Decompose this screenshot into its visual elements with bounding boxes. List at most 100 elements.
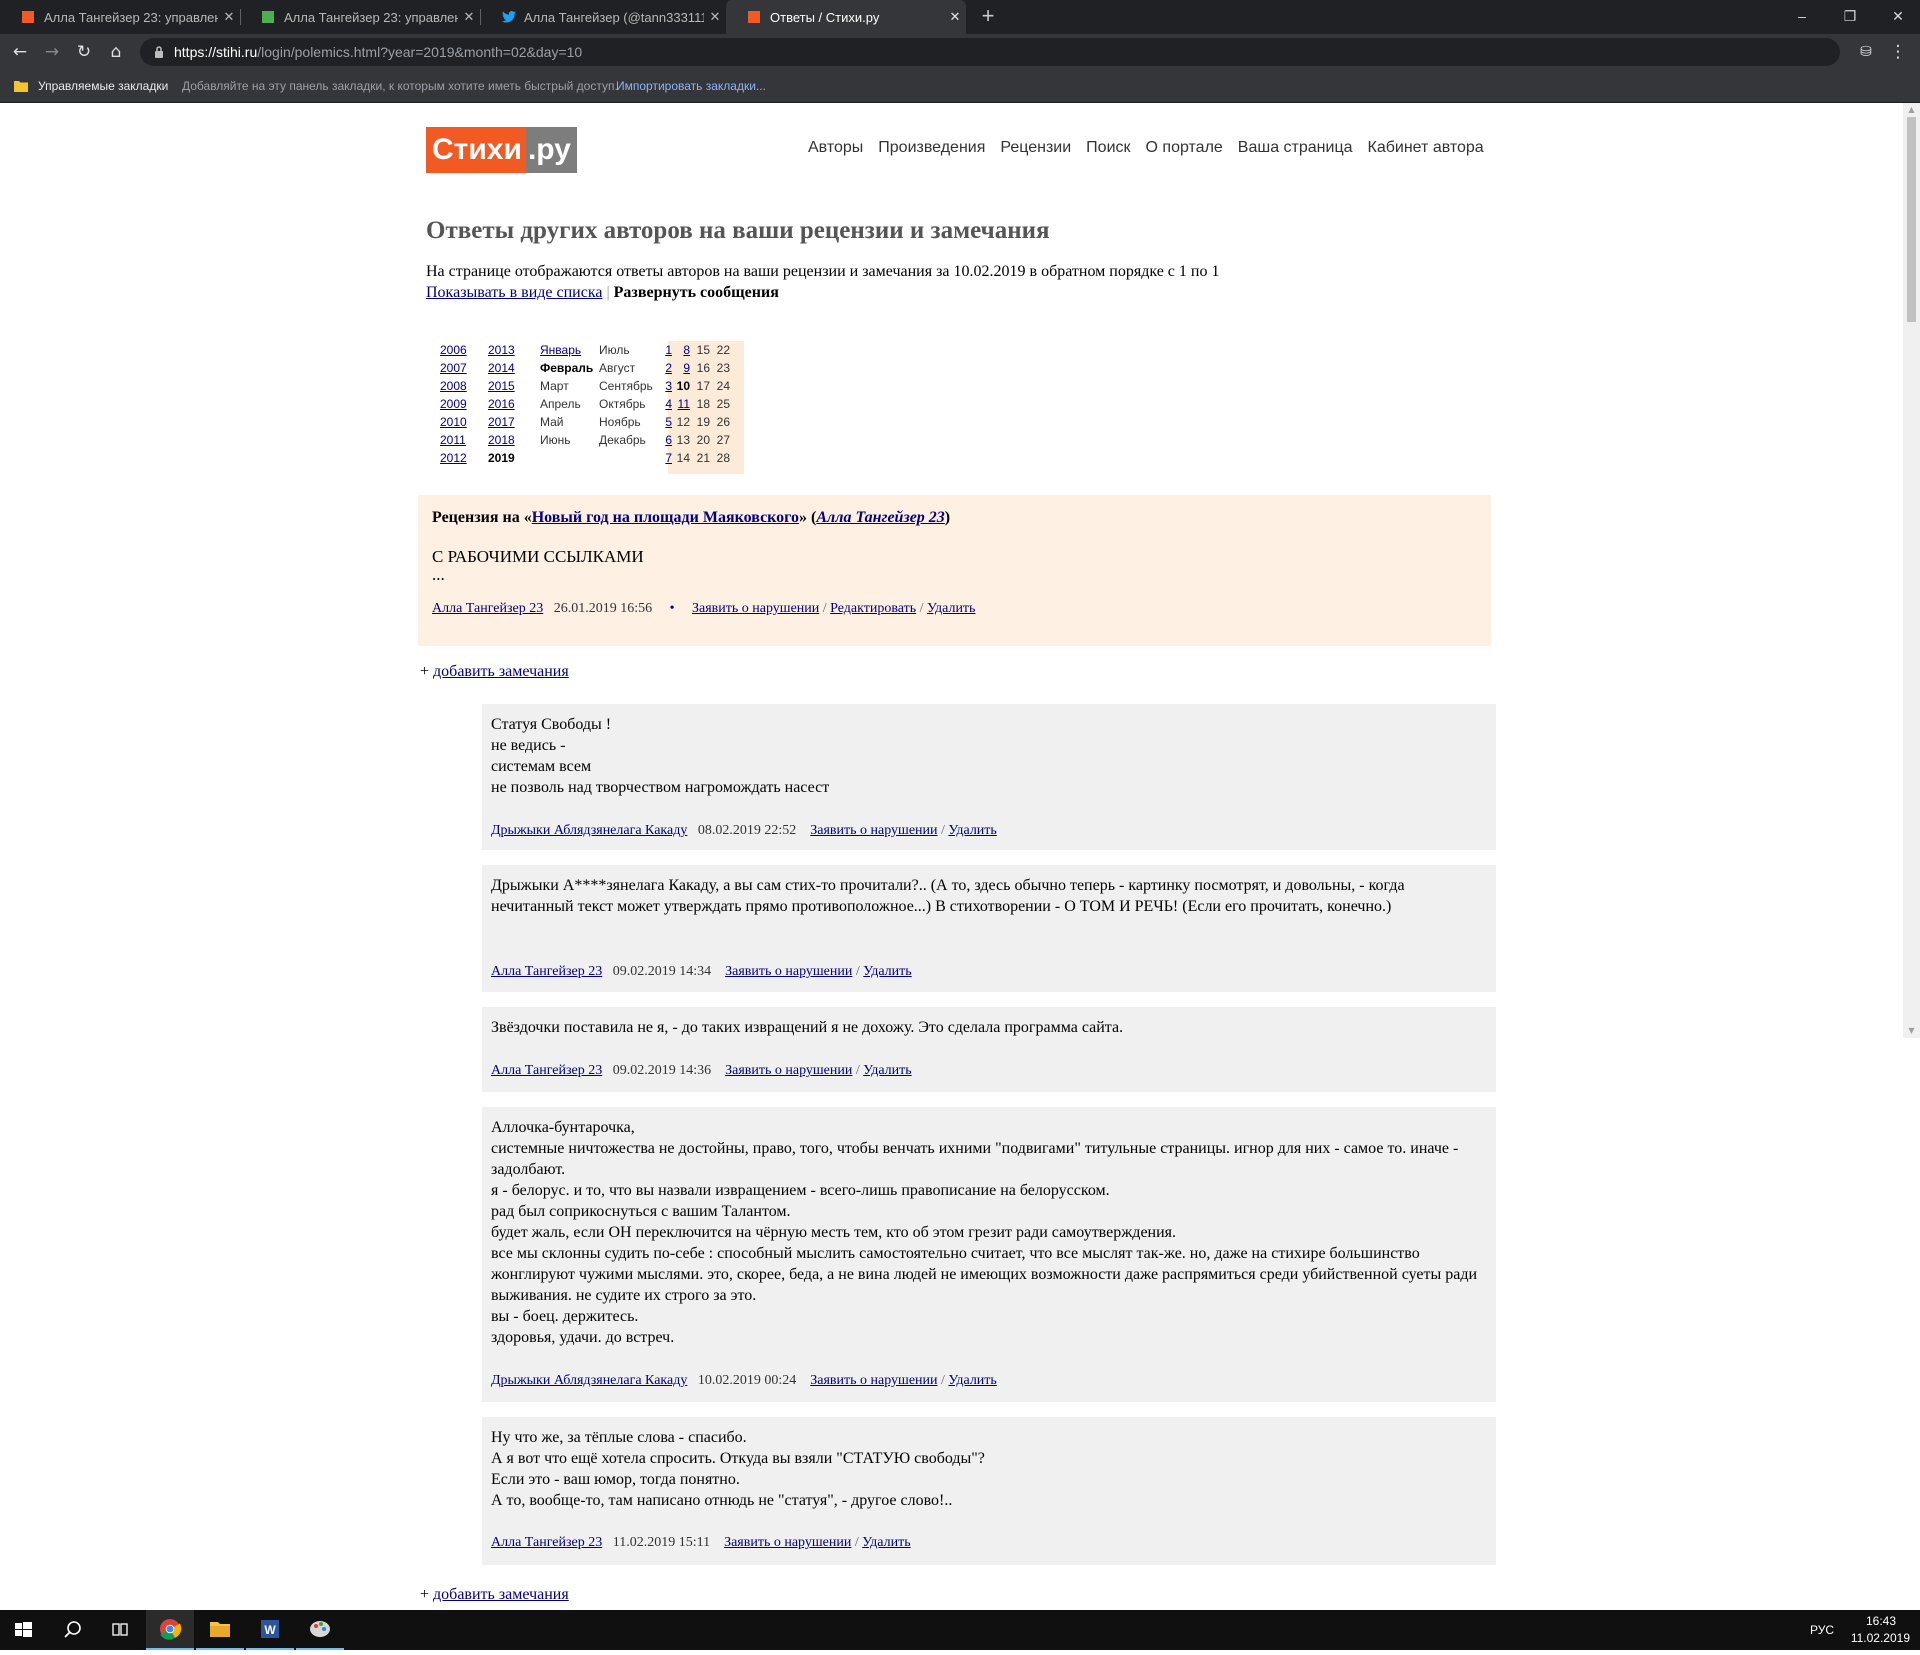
reply-author-link[interactable]: Алла Тангейзер 23: [491, 1063, 602, 1078]
day-link[interactable]: 11: [672, 395, 690, 413]
add-comment-link[interactable]: добавить замечания: [433, 663, 569, 680]
year-link[interactable]: 2007: [440, 359, 467, 377]
slash-separator: /: [822, 601, 827, 616]
address-bar[interactable]: https://stihi.ru/login/polemics.html?yea…: [140, 38, 1840, 66]
year-link[interactable]: 2013: [488, 341, 515, 359]
day-link[interactable]: 4: [654, 395, 672, 413]
edit-link[interactable]: Редактировать: [830, 601, 916, 616]
tab-4-active[interactable]: Ответы / Стихи.ру ✕: [726, 0, 966, 34]
year-link[interactable]: 2009: [440, 395, 467, 413]
close-tab-icon[interactable]: ✕: [218, 9, 240, 25]
site-logo[interactable]: Стихи .ру: [426, 127, 577, 173]
report-link[interactable]: Заявить о нарушении: [810, 1373, 937, 1388]
minimize-icon[interactable]: –: [1792, 6, 1812, 26]
reply-author-link[interactable]: Алла Тангейзер 23: [491, 964, 602, 979]
tab-1[interactable]: Алла Тангейзер 23: управление ✕: [0, 0, 240, 34]
day-label: 19: [696, 415, 710, 429]
delete-link[interactable]: Удалить: [927, 601, 975, 616]
day-label: 21: [696, 451, 710, 465]
year-link[interactable]: 2008: [440, 377, 467, 395]
reply-date: 11.02.2019 15:11: [612, 1535, 711, 1550]
list-view-link[interactable]: Показывать в виде списка: [426, 284, 602, 301]
add-comment-top: + добавить замечания: [420, 663, 569, 681]
close-tab-icon[interactable]: ✕: [704, 9, 726, 25]
delete-link[interactable]: Удалить: [862, 1535, 910, 1550]
nav-authors[interactable]: Авторы: [808, 139, 863, 157]
close-tab-icon[interactable]: ✕: [458, 9, 480, 25]
delete-link[interactable]: Удалить: [863, 1063, 911, 1078]
report-link[interactable]: Заявить о нарушении: [810, 823, 937, 838]
review-footer-author-link[interactable]: Алла Тангейзер 23: [432, 601, 543, 616]
day-link[interactable]: 2: [654, 359, 672, 377]
nav-about[interactable]: О портале: [1146, 139, 1223, 157]
day-link[interactable]: 6: [654, 431, 672, 449]
forward-arrow-icon[interactable]: →: [42, 42, 62, 62]
delete-link[interactable]: Удалить: [948, 823, 996, 838]
year-link[interactable]: 2011: [440, 431, 467, 449]
year-link[interactable]: 2010: [440, 413, 467, 431]
file-explorer-icon[interactable]: [196, 1610, 244, 1650]
day-link[interactable]: 1: [654, 341, 672, 359]
year-link[interactable]: 2015: [488, 377, 515, 395]
restore-icon[interactable]: ❐: [1840, 6, 1860, 26]
year-link[interactable]: 2012: [440, 449, 467, 467]
report-link[interactable]: Заявить о нарушении: [725, 1063, 852, 1078]
clock-time[interactable]: 16:43: [1866, 1614, 1896, 1628]
add-comment-link[interactable]: добавить замечания: [433, 1586, 569, 1603]
close-window-icon[interactable]: ✕: [1888, 6, 1908, 26]
day-link[interactable]: 8: [672, 341, 690, 359]
import-bookmarks-link[interactable]: Импортировать закладки...: [616, 70, 766, 102]
year-link[interactable]: 2016: [488, 395, 515, 413]
review-work-link[interactable]: Новый год на площади Маяковского: [532, 509, 799, 526]
day-link[interactable]: 3: [654, 377, 672, 395]
reply-author-link[interactable]: Дрыжыки Аблядзянелага Какаду: [491, 1373, 687, 1388]
back-arrow-icon[interactable]: ←: [10, 42, 30, 62]
vertical-scrollbar[interactable]: ▲ ▼: [1903, 103, 1920, 1038]
reply-author-link[interactable]: Алла Тангейзер 23: [491, 1535, 602, 1550]
tab-3[interactable]: Алла Тангейзер (@tann333111a ✕: [480, 0, 726, 34]
search-icon[interactable]: [48, 1610, 96, 1650]
nav-search[interactable]: Поиск: [1086, 139, 1130, 157]
year-link[interactable]: 2006: [440, 341, 467, 359]
day-link[interactable]: 9: [672, 359, 690, 377]
day-link[interactable]: 7: [654, 449, 672, 467]
nav-reviews[interactable]: Рецензии: [1000, 139, 1071, 157]
delete-link[interactable]: Удалить: [948, 1373, 996, 1388]
year-link[interactable]: 2017: [488, 413, 515, 431]
review-text: С РАБОЧИМИ ССЫЛКАМИ: [432, 547, 644, 566]
tab-2[interactable]: Алла Тангейзер 23: управление ✕: [240, 0, 480, 34]
menu-kebab-icon[interactable]: ⋮: [1888, 42, 1908, 62]
nav-author-cabinet[interactable]: Кабинет автора: [1368, 139, 1484, 157]
close-tab-icon[interactable]: ✕: [944, 9, 966, 25]
new-tab-button[interactable]: +: [976, 4, 1000, 28]
word-icon[interactable]: W: [246, 1610, 294, 1650]
year-link[interactable]: 2018: [488, 431, 515, 449]
scroll-up-icon[interactable]: ▲: [1903, 103, 1920, 117]
report-link[interactable]: Заявить о нарушении: [692, 601, 819, 616]
chrome-taskbar-icon[interactable]: [146, 1610, 194, 1650]
reply-body: Звёздочки поставила не я, - до таких изв…: [491, 1017, 1486, 1038]
report-link[interactable]: Заявить о нарушении: [725, 964, 852, 979]
review-author-link[interactable]: Алла Тангейзер 23: [816, 509, 944, 526]
reply-line: Звёздочки поставила не я, - до таких изв…: [491, 1019, 1124, 1036]
scroll-thumb[interactable]: [1907, 117, 1916, 322]
reply-line: системные ничтожества не достойны, право…: [491, 1140, 1459, 1178]
scroll-down-icon[interactable]: ▼: [1903, 1024, 1920, 1038]
month-link[interactable]: Январь: [540, 341, 593, 359]
home-icon[interactable]: ⌂: [106, 42, 126, 62]
task-view-icon[interactable]: [96, 1610, 144, 1650]
reload-icon[interactable]: ↻: [74, 42, 94, 62]
report-link[interactable]: Заявить о нарушении: [724, 1535, 851, 1550]
reply-author-link[interactable]: Дрыжыки Аблядзянелага Какаду: [491, 823, 687, 838]
nav-works[interactable]: Произведения: [878, 139, 985, 157]
windows-start-icon[interactable]: [0, 1610, 48, 1650]
clock-date[interactable]: 11.02.2019: [1851, 1631, 1910, 1645]
language-indicator[interactable]: РУС: [1810, 1623, 1834, 1637]
managed-bookmarks-folder[interactable]: Управляемые закладки: [38, 70, 168, 102]
day-link[interactable]: 5: [654, 413, 672, 431]
delete-link[interactable]: Удалить: [863, 964, 911, 979]
nav-your-page[interactable]: Ваша страница: [1238, 139, 1353, 157]
extension-icon[interactable]: ⛁: [1856, 42, 1876, 62]
paint-icon[interactable]: [296, 1610, 344, 1650]
year-link[interactable]: 2014: [488, 359, 515, 377]
